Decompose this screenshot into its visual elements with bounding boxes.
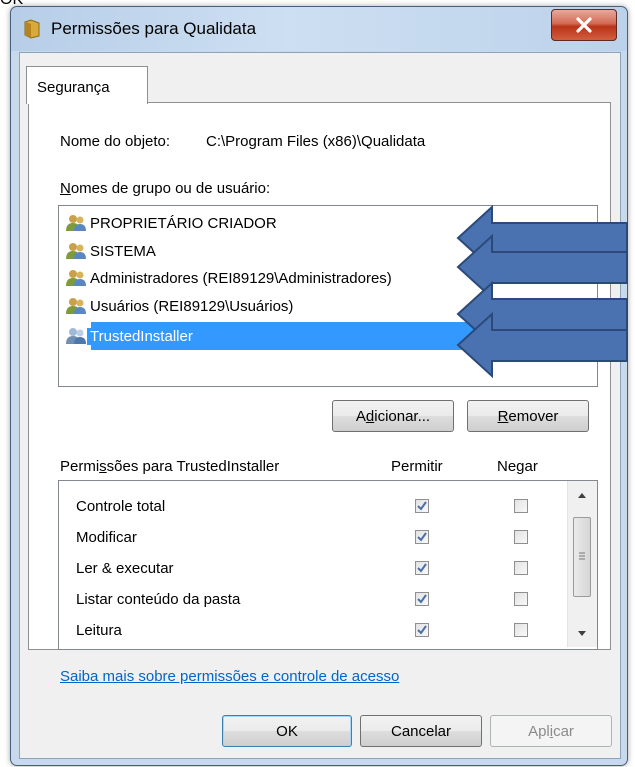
deny-checkbox[interactable] <box>514 499 528 513</box>
permission-row-listar-conteudo: Listar conteúdo da pasta <box>59 584 564 615</box>
cancel-button[interactable]: Cancelar <box>360 715 482 747</box>
permissions-list: Controle total Modificar Ler & executar … <box>58 480 598 650</box>
groups-label: Nomes de grupo ou de usuário: <box>60 180 271 197</box>
permission-name: Listar conteúdo da pasta <box>76 591 241 608</box>
check-icon <box>417 594 427 604</box>
remove-button[interactable]: Remover <box>467 400 589 432</box>
deny-column-header: Negar <box>497 458 538 475</box>
list-item-proprietario-criador[interactable]: PROPRIETÁRIO CRIADOR <box>65 211 280 235</box>
users-icon <box>66 270 86 286</box>
list-item-sistema[interactable]: SISTEMA <box>65 239 159 263</box>
permission-name: Leitura <box>76 622 122 639</box>
list-item-administradores[interactable]: Administradores (REI89129\Administradore… <box>65 266 395 290</box>
permissions-scrollbar[interactable] <box>567 481 597 647</box>
add-button[interactable]: Adicionar... <box>332 400 454 432</box>
check-icon <box>417 501 427 511</box>
scroll-down-button[interactable] <box>573 625 591 641</box>
object-name-label: Nome do objeto: <box>60 133 171 150</box>
title-bar[interactable]: Permissões para Qualidata <box>11 7 627 51</box>
permission-row-ler-executar: Ler & executar <box>59 553 564 584</box>
allow-column-header: Permitir <box>391 458 443 475</box>
scroll-up-button[interactable] <box>573 487 591 503</box>
chevron-up-icon <box>578 492 586 498</box>
permission-row-controle-total: Controle total <box>59 491 564 522</box>
deny-checkbox[interactable] <box>514 592 528 606</box>
deny-checkbox[interactable] <box>514 623 528 637</box>
permissions-header: Permissões para TrustedInstaller <box>60 458 280 475</box>
apply-button[interactable]: Aplicar <box>490 715 612 747</box>
scroll-thumb[interactable] <box>573 517 591 597</box>
check-icon <box>417 625 427 635</box>
allow-checkbox[interactable] <box>415 499 429 513</box>
allow-checkbox[interactable] <box>415 592 429 606</box>
ok-button[interactable]: OK <box>222 715 352 747</box>
allow-checkbox[interactable] <box>415 623 429 637</box>
annotation-arrows <box>456 205 628 379</box>
grip-icon <box>579 552 585 560</box>
window-title: Permissões para Qualidata <box>51 19 257 38</box>
tab-seguranca[interactable]: Segurança <box>26 66 148 104</box>
users-icon <box>66 215 86 231</box>
permission-name: Controle total <box>76 498 166 515</box>
folder-icon <box>24 19 40 39</box>
permission-name: Modificar <box>76 529 137 546</box>
users-icon <box>66 243 86 259</box>
permission-name: Ler & executar <box>76 560 174 577</box>
list-item-usuarios[interactable]: Usuários (REI89129\Usuários) <box>65 294 296 318</box>
users-icon <box>66 328 86 344</box>
allow-checkbox[interactable] <box>415 530 429 544</box>
help-link[interactable]: Saiba mais sobre permissões e controle d… <box>60 668 399 685</box>
deny-checkbox[interactable] <box>514 561 528 575</box>
object-path: C:\Program Files (x86)\Qualidata <box>206 133 426 150</box>
users-icon <box>66 298 86 314</box>
close-icon <box>576 17 592 33</box>
permission-row-modificar: Modificar <box>59 522 564 553</box>
list-item-trustedinstaller[interactable]: TrustedInstaller <box>65 324 196 348</box>
close-button[interactable] <box>551 9 617 41</box>
check-icon <box>417 532 427 542</box>
permission-row-leitura: Leitura <box>59 615 564 646</box>
check-icon <box>417 563 427 573</box>
deny-checkbox[interactable] <box>514 530 528 544</box>
allow-checkbox[interactable] <box>415 561 429 575</box>
chevron-down-icon <box>578 630 586 636</box>
